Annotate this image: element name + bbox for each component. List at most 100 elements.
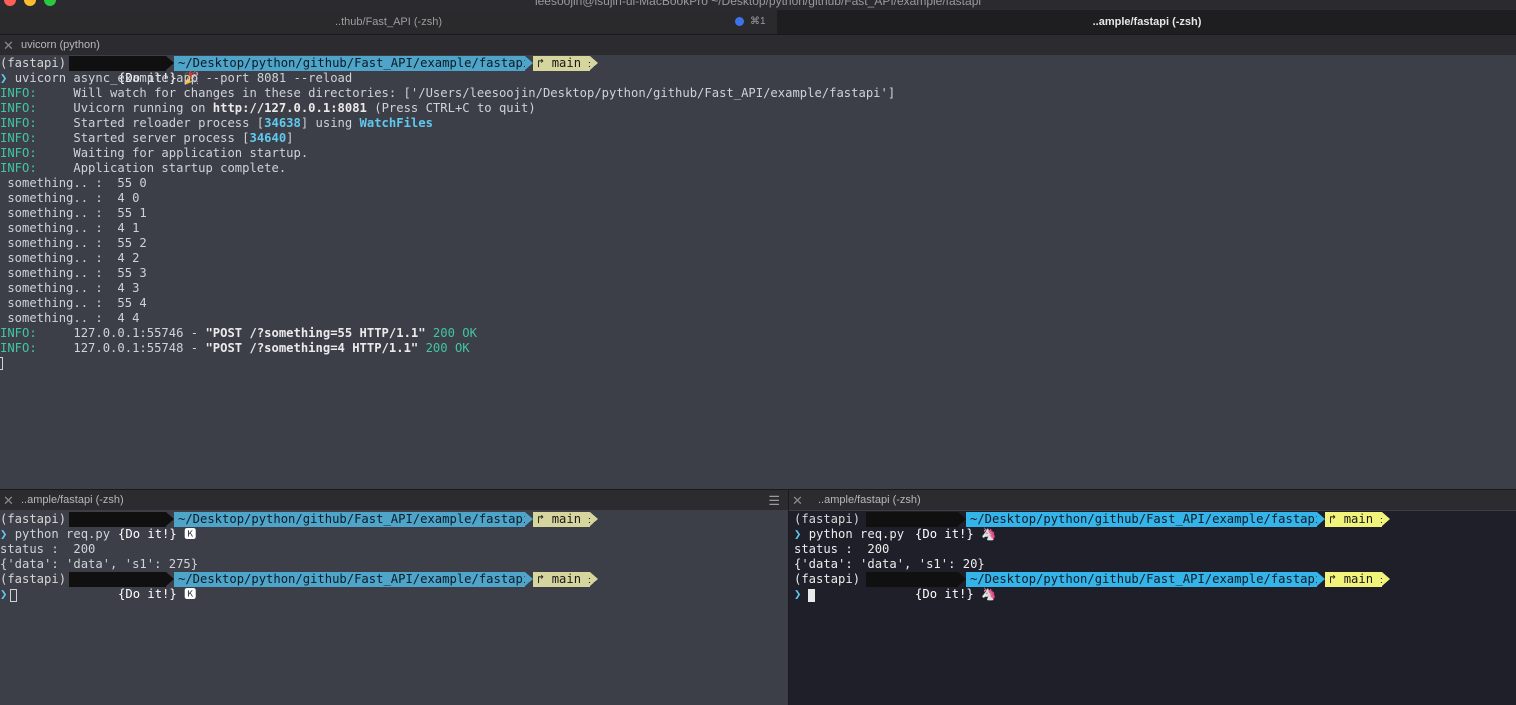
client-address: 127.0.0.1:55746 - bbox=[73, 326, 206, 340]
output-line: something.. : 4 1 bbox=[0, 221, 140, 235]
tab-label: ..thub/Fast_API (-zsh) bbox=[335, 16, 442, 28]
prompt-separator-icon bbox=[525, 56, 533, 70]
watcher-name: WatchFiles bbox=[359, 116, 433, 130]
prompt-env: (fastapi) bbox=[0, 572, 67, 586]
request-line: "POST /?something=4 HTTP/1.1" bbox=[205, 341, 419, 355]
access-log-line: INFO: 127.0.0.1:55748 - "POST /?somethin… bbox=[0, 341, 470, 356]
process-id: 34638 bbox=[264, 116, 301, 130]
log-line: INFO: Started reloader process [34638] u… bbox=[0, 116, 433, 131]
prompt-separator-icon bbox=[166, 56, 174, 70]
output-line: {'data': 'data', 's1': 275} bbox=[0, 557, 199, 571]
prompt-doit: {Do it!} bbox=[915, 587, 974, 601]
prompt-env: (fastapi) bbox=[794, 572, 861, 586]
output-line: something.. : 55 1 bbox=[0, 206, 147, 220]
prompt-caret-icon: ❯ bbox=[0, 587, 8, 601]
log-line: INFO: Started server process [34640] bbox=[0, 131, 294, 146]
shell-prompt: (fastapi) {Do it!} 🦄 ~/Desktop/python/gi… bbox=[794, 512, 1414, 541]
log-level: INFO: bbox=[0, 341, 37, 355]
command-text: uvicorn async_example:app --port 8081 --… bbox=[14, 71, 353, 85]
prompt-caret-icon: ❯ bbox=[794, 587, 802, 601]
log-text: ] bbox=[286, 131, 294, 145]
bottom-right-pane-terminal[interactable]: (fastapi) {Do it!} 🦄 ~/Desktop/python/gi… bbox=[789, 511, 1516, 705]
server-url[interactable]: http://127.0.0.1:8081 bbox=[213, 101, 367, 115]
prompt-caret-icon: ❯ bbox=[0, 527, 8, 541]
shell-prompt: (fastapi) {Do it!} 🅺 ~/Desktop/python/gi… bbox=[0, 572, 620, 601]
log-text: Uvicorn running on bbox=[73, 101, 213, 115]
access-log-line: INFO: 127.0.0.1:55746 - "POST /?somethin… bbox=[0, 326, 477, 341]
prompt-doit-segment: {Do it!} 🦄 bbox=[866, 512, 996, 541]
output-line: something.. : 4 0 bbox=[0, 191, 140, 205]
prompt-doit: {Do it!} bbox=[118, 587, 177, 601]
pane-title: ..ample/fastapi (-zsh) bbox=[818, 494, 921, 506]
log-level: INFO: bbox=[0, 146, 37, 160]
prompt-path: ~/Desktop/python/github/Fast_API/example… bbox=[966, 512, 1322, 527]
tab-fast-api[interactable]: ..thub/Fast_API (-zsh) ⌘1 bbox=[0, 10, 777, 34]
prompt-path: ~/Desktop/python/github/Fast_API/example… bbox=[966, 572, 1322, 587]
command-line: ❯ bbox=[794, 587, 801, 602]
output-line: something.. : 4 3 bbox=[0, 281, 140, 295]
prompt-path: ~/Desktop/python/github/Fast_API/example… bbox=[174, 512, 530, 527]
bottom-right-pane-header: ✕ ..ample/fastapi (-zsh) bbox=[789, 489, 1516, 510]
prompt-env: (fastapi) bbox=[0, 56, 67, 70]
output-line: something.. : 55 3 bbox=[0, 266, 147, 280]
prompt-separator-icon bbox=[166, 572, 174, 586]
output-line: status : 200 bbox=[0, 542, 96, 556]
prompt-separator-icon bbox=[1382, 512, 1390, 526]
log-line: INFO: Waiting for application startup. bbox=[0, 146, 308, 161]
log-level: INFO: bbox=[0, 131, 37, 145]
close-icon[interactable]: ✕ bbox=[792, 490, 803, 511]
prompt-separator-icon bbox=[590, 572, 598, 586]
prompt-separator-icon bbox=[525, 572, 533, 586]
prompt-git-segment: ↱ main ± bbox=[1325, 512, 1388, 527]
k-icon: 🅺 bbox=[184, 587, 197, 601]
prompt-separator-icon bbox=[166, 512, 174, 526]
status-code: 200 OK bbox=[425, 341, 470, 355]
output-line: something.. : 4 4 bbox=[0, 311, 140, 325]
status-code: 200 OK bbox=[432, 326, 477, 340]
prompt-doit: {Do it!} bbox=[915, 527, 974, 541]
prompt-separator-icon bbox=[958, 512, 966, 526]
prompt-git-segment: ↱ main ± bbox=[533, 56, 596, 71]
log-level: INFO: bbox=[0, 101, 37, 115]
prompt-env: (fastapi) bbox=[794, 512, 861, 526]
command-line: ❯ uvicorn async_example:app --port 8081 … bbox=[0, 71, 352, 86]
top-pane-terminal[interactable]: (fastapi) {Do it!} 🎉 ~/Desktop/python/gi… bbox=[0, 55, 1516, 489]
close-icon[interactable]: ✕ bbox=[3, 490, 14, 511]
shell-prompt: (fastapi) {Do it!} 🎉 ~/Desktop/python/gi… bbox=[0, 56, 620, 85]
log-line: INFO: Will watch for changes in these di… bbox=[0, 86, 895, 101]
command-text: python req.py bbox=[808, 527, 905, 541]
command-line: ❯ bbox=[0, 587, 7, 602]
hamburger-icon[interactable]: ☰ bbox=[768, 490, 780, 511]
log-level: INFO: bbox=[0, 161, 37, 175]
client-address: 127.0.0.1:55748 - bbox=[73, 341, 206, 355]
log-level: INFO: bbox=[0, 86, 37, 100]
close-icon[interactable]: ✕ bbox=[3, 35, 14, 56]
prompt-separator-icon bbox=[1317, 512, 1325, 526]
log-text: (Press CTRL+C to quit) bbox=[366, 101, 536, 115]
prompt-separator-icon bbox=[525, 512, 533, 526]
output-line: status : 200 bbox=[794, 542, 890, 556]
output-line: something.. : 55 4 bbox=[0, 296, 147, 310]
tab-fastapi-example[interactable]: ..ample/fastapi (-zsh) bbox=[778, 10, 1516, 34]
terminal-cursor bbox=[10, 589, 17, 602]
log-text: Application startup complete. bbox=[73, 161, 287, 175]
top-pane-header: ✕ uvicorn (python) bbox=[0, 34, 1516, 55]
bottom-left-pane-header: ✕ ..ample/fastapi (-zsh) ☰ bbox=[0, 489, 788, 510]
log-text: Waiting for application startup. bbox=[73, 146, 309, 160]
log-level: INFO: bbox=[0, 116, 37, 130]
bottom-left-pane-terminal[interactable]: (fastapi) {Do it!} 🅺 ~/Desktop/python/gi… bbox=[0, 511, 788, 705]
terminal-cursor bbox=[808, 589, 815, 602]
prompt-env: (fastapi) bbox=[0, 512, 67, 526]
log-text: Will watch for changes in these director… bbox=[73, 86, 896, 100]
shell-prompt: (fastapi) {Do it!} 🅺 ~/Desktop/python/gi… bbox=[0, 512, 620, 541]
unicorn-icon: 🦄 bbox=[981, 527, 997, 541]
output-line: something.. : 55 2 bbox=[0, 236, 147, 250]
window-titlebar: leesoojin@isujin-ui-MacBookPro ~/Desktop… bbox=[0, 0, 1516, 10]
prompt-doit: {Do it!} bbox=[118, 527, 177, 541]
unicorn-icon: 🦄 bbox=[981, 587, 997, 601]
tab-shortcut: ⌘1 bbox=[750, 16, 766, 27]
pane-title: ..ample/fastapi (-zsh) bbox=[21, 494, 124, 506]
prompt-git-segment: ↱ main ± bbox=[1325, 572, 1388, 587]
prompt-separator-icon bbox=[590, 512, 598, 526]
log-text: Started reloader process [ bbox=[73, 116, 265, 130]
